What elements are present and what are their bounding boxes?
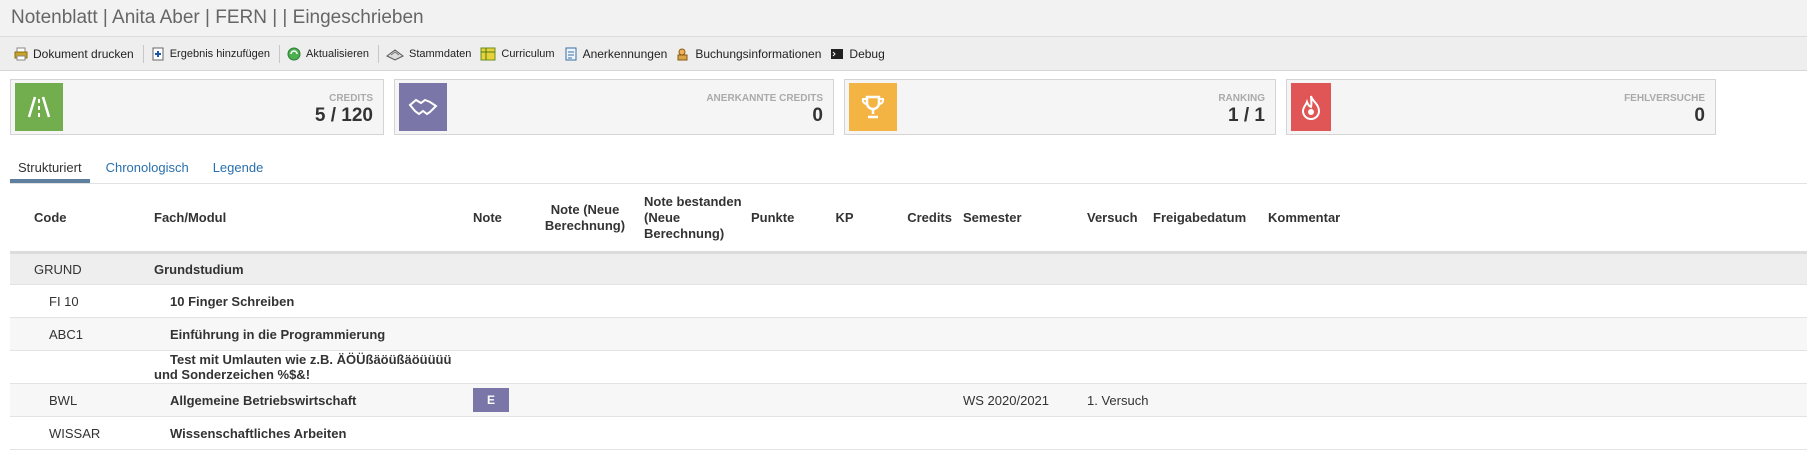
col-credits[interactable]: Credits [872, 184, 963, 254]
booking-info-button[interactable]: Buchungsinformationen [676, 47, 821, 61]
trophy-icon [849, 83, 897, 131]
recognized-credits-card: ANERKANNTE CREDITS 0 [394, 79, 834, 135]
terminal-icon [831, 48, 844, 59]
page-title: Notenblatt | Anita Aber | FERN | | Einge… [11, 7, 424, 28]
fire-icon [1291, 83, 1331, 131]
toolbar: Dokument drucken Ergebnis hinzufügen Akt… [0, 37, 1807, 71]
handshake-icon [399, 83, 447, 131]
col-semester[interactable]: Semester [963, 184, 1087, 254]
recognition-icon [565, 47, 577, 60]
col-note-neu[interactable]: Note (Neue Berechnung) [532, 184, 638, 254]
col-kp[interactable]: KP [817, 184, 872, 254]
col-freigabedatum[interactable]: Freigabedatum [1153, 184, 1268, 254]
table-row[interactable]: Test mit Umlauten wie z.B. ÄÖÜßäöüßäöüüü… [10, 350, 1807, 384]
col-punkte[interactable]: Punkte [751, 184, 817, 254]
add-document-icon [152, 47, 164, 60]
recognized-credits-value: 0 [812, 105, 823, 126]
tab-legende[interactable]: Legende [205, 160, 272, 183]
row-code: BWL [49, 392, 78, 408]
table-row[interactable]: FI 10 10 Finger Schreiben [10, 284, 1807, 318]
row-code: FI 10 [49, 293, 79, 309]
refresh-button[interactable]: Aktualisieren [287, 47, 369, 61]
curriculum-icon [480, 47, 496, 60]
col-kommentar[interactable]: Kommentar [1268, 184, 1807, 254]
tab-strukturiert[interactable]: Strukturiert [10, 160, 90, 183]
tab-chronologisch[interactable]: Chronologisch [98, 160, 197, 183]
credits-value: 5 / 120 [314, 105, 373, 126]
credits-label: CREDITS [329, 93, 373, 104]
recognized-credits-label: ANERKANNTE CREDITS [706, 93, 823, 104]
ranking-card: RANKING 1 / 1 [844, 79, 1276, 135]
credits-card: CREDITS 5 / 120 [10, 79, 384, 135]
print-icon [14, 47, 28, 60]
col-fach[interactable]: Fach/Modul [154, 184, 473, 254]
table-row[interactable]: ABC1 Einführung in die Programmierung [10, 317, 1807, 351]
debug-button[interactable]: Debug [830, 47, 885, 61]
title-bar: Notenblatt | Anita Aber | FERN | | Einge… [0, 0, 1807, 37]
ranking-value: 1 / 1 [1228, 105, 1265, 126]
view-tabs: Strukturiert Chronologisch Legende [10, 149, 1807, 184]
failed-attempts-label: FEHLVERSUCHE [1624, 93, 1705, 104]
print-button[interactable]: Dokument drucken [14, 47, 134, 61]
table-row[interactable]: BWL Allgemeine Betriebswirtschaft E WS 2… [10, 383, 1807, 417]
recognition-button[interactable]: Anerkennungen [564, 47, 667, 61]
road-icon [15, 83, 63, 131]
curriculum-button[interactable]: Curriculum [480, 46, 555, 62]
booking-icon [677, 48, 688, 60]
group-name: Grundstudium [154, 261, 244, 277]
col-note-bestanden[interactable]: Note bestanden (Neue Berechnung) [638, 184, 751, 254]
col-code[interactable]: Code [10, 184, 154, 254]
masterdata-icon [386, 48, 404, 61]
toolbar-divider [142, 44, 144, 63]
row-versuch: 1. Versuch [1087, 383, 1153, 417]
row-name: 10 Finger Schreiben [170, 293, 295, 309]
masterdata-button[interactable]: Stammdaten [386, 47, 471, 61]
row-name: Einführung in die Programmierung [170, 326, 386, 342]
ranking-label: RANKING [1218, 93, 1265, 104]
row-code: WISSAR [49, 425, 101, 441]
grades-table: Code Fach/Modul Note Note (Neue Berechnu… [10, 184, 1807, 450]
col-note[interactable]: Note [473, 184, 532, 254]
table-header-row: Code Fach/Modul Note Note (Neue Berechnu… [10, 184, 1807, 254]
add-result-button[interactable]: Ergebnis hinzufügen [151, 47, 270, 61]
row-name: Wissenschaftliches Arbeiten [170, 425, 347, 441]
refresh-icon [287, 47, 301, 60]
failed-attempts-value: 0 [1694, 105, 1705, 126]
row-semester: WS 2020/2021 [963, 383, 1087, 417]
row-name: Test mit Umlauten wie z.B. ÄÖÜßäöüßäöüüü… [154, 352, 452, 382]
grade-badge[interactable]: E [473, 388, 509, 412]
row-name: Allgemeine Betriebswirtschaft [170, 392, 357, 408]
failed-attempts-card: FEHLVERSUCHE 0 [1286, 79, 1716, 135]
toolbar-divider [279, 44, 281, 63]
col-versuch[interactable]: Versuch [1087, 184, 1153, 254]
toolbar-divider [378, 44, 379, 63]
group-code: GRUND [34, 261, 82, 277]
row-code: ABC1 [49, 326, 83, 342]
group-row[interactable]: GRUND Grundstudium [10, 252, 1807, 285]
summary-cards: CREDITS 5 / 120 ANERKANNTE CREDITS 0 RAN… [0, 71, 1807, 135]
